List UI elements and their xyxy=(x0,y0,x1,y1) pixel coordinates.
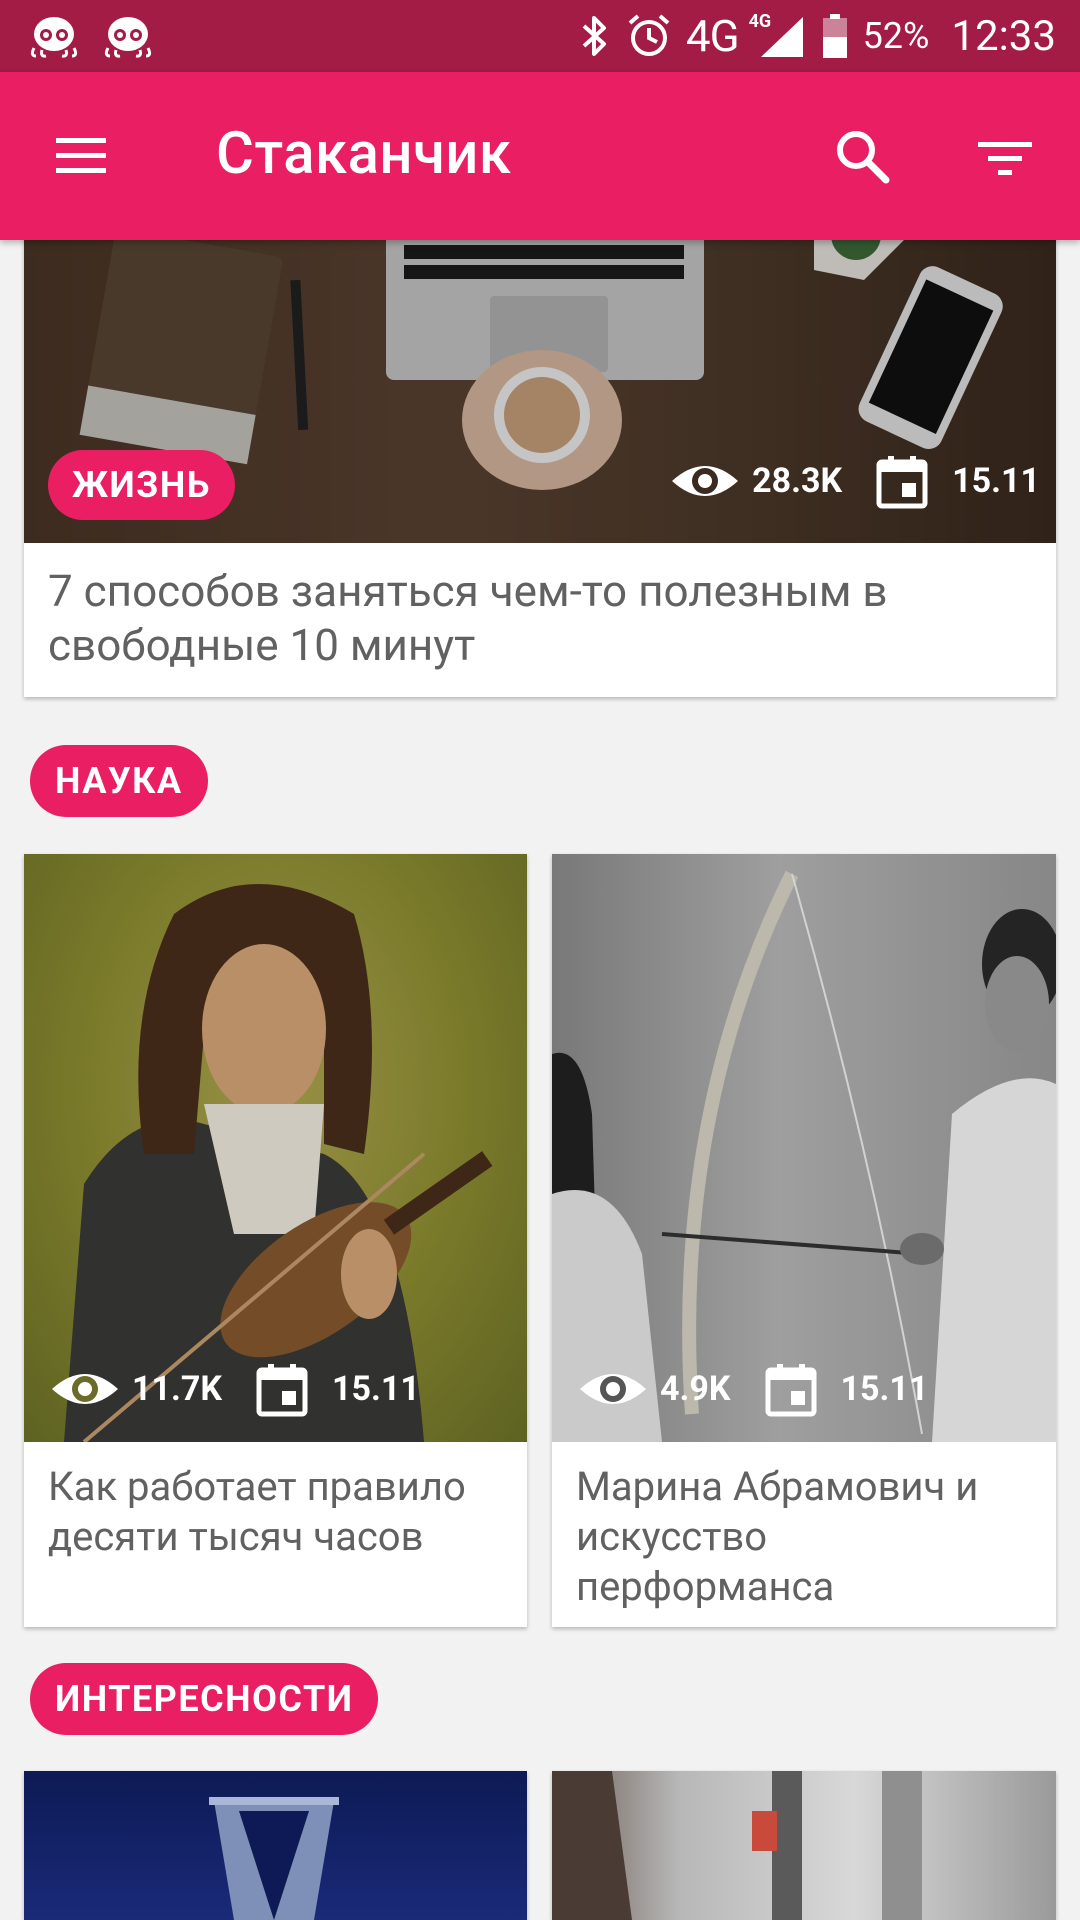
article-card[interactable] xyxy=(552,1771,1056,1920)
battery-percent: 52% xyxy=(862,15,930,57)
app-notification-icon xyxy=(104,17,152,58)
article-card[interactable]: 11.7K 15.11 Как работает правило десяти … xyxy=(24,854,527,1627)
search-icon[interactable] xyxy=(828,122,898,192)
eye-icon xyxy=(672,466,739,496)
article-image xyxy=(552,1771,1056,1920)
article-meta: 4.9K 15.11 xyxy=(576,1354,928,1424)
featured-article-card[interactable]: ЖИЗНЬ 28.3K 15.11 7 способов заняться че… xyxy=(24,200,1056,697)
article-card[interactable]: 4.9K 15.11 Марина Абрамович и искусство … xyxy=(552,854,1056,1627)
signal-icon: 4G xyxy=(749,11,807,59)
article-image xyxy=(24,1771,527,1920)
bluetooth-icon xyxy=(582,16,606,56)
article-meta: 11.7K 15.11 xyxy=(48,1354,420,1424)
views-count: 4.9K xyxy=(660,1369,731,1409)
app-title: Стаканчик xyxy=(216,120,512,188)
network-type: 4G xyxy=(685,10,740,62)
views: 4.9K xyxy=(576,1365,731,1413)
status-bar: 4G 4G 52% 12:33 xyxy=(0,0,1080,72)
calendar-icon xyxy=(876,456,928,509)
date: 15.11 xyxy=(874,453,1040,509)
date-text: 15.11 xyxy=(952,461,1040,501)
street-photo xyxy=(552,1771,922,1920)
date: 15.11 xyxy=(254,1361,420,1417)
alarm-icon xyxy=(628,14,670,56)
views-count: 28.3K xyxy=(752,461,843,501)
date: 15.11 xyxy=(763,1361,929,1417)
views-count: 11.7K xyxy=(132,1369,222,1409)
date-text: 15.11 xyxy=(332,1369,420,1409)
eye-icon xyxy=(580,1374,646,1404)
article-title: 7 способов заняться чем-то полезным в св… xyxy=(48,565,888,671)
notification-icons xyxy=(28,14,154,58)
category-chip[interactable]: ЖИЗНЬ xyxy=(48,450,235,520)
clock: 12:33 xyxy=(951,11,1056,61)
app-toolbar: Стаканчик xyxy=(0,72,1080,240)
filter-icon[interactable] xyxy=(972,128,1038,188)
article-card[interactable] xyxy=(24,1771,527,1920)
battery-icon xyxy=(822,14,847,58)
article-title: Как работает правило десяти тысяч часов xyxy=(48,1463,466,1560)
menu-icon[interactable] xyxy=(48,126,114,186)
calendar-icon xyxy=(256,1364,308,1417)
skyscraper-photo xyxy=(209,1797,339,1920)
section-chip-interesting[interactable]: ИНТЕРЕСНОСТИ xyxy=(30,1663,379,1735)
article-meta: 28.3K 15.11 xyxy=(668,446,1040,516)
system-icons: 4G 4G 52% 12:33 xyxy=(578,0,1056,72)
date-text: 15.11 xyxy=(840,1369,929,1409)
article-title: Марина Абрамович и искусство перформанса xyxy=(576,1463,979,1610)
section-chip-science[interactable]: НАУКА xyxy=(30,745,208,817)
views: 11.7K xyxy=(48,1365,222,1413)
calendar-icon xyxy=(765,1364,816,1417)
views: 28.3K xyxy=(668,457,842,505)
app-notification-icon xyxy=(30,17,78,58)
eye-icon xyxy=(52,1374,118,1404)
